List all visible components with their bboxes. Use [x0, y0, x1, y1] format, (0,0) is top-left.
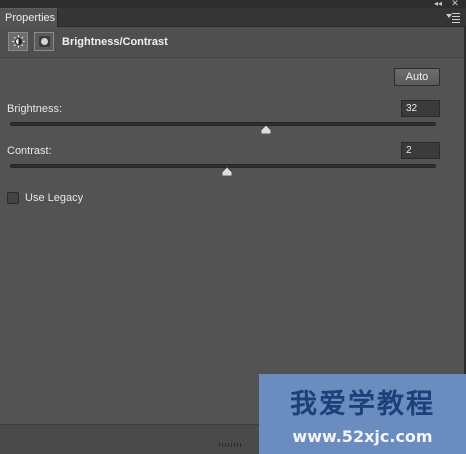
brightness-slider-track[interactable]	[10, 122, 436, 126]
watermark-title: 我爱学教程	[290, 389, 435, 420]
watermark-url: www.52xjc.com	[292, 427, 433, 446]
brightness-slider-thumb[interactable]	[260, 125, 271, 134]
brightness-contrast-icon[interactable]	[8, 32, 28, 51]
contrast-slider-thumb[interactable]	[222, 167, 233, 176]
panel-menu-icon[interactable]	[446, 11, 460, 23]
use-legacy-checkbox[interactable]	[7, 192, 19, 204]
mask-thumbnail	[39, 36, 50, 47]
auto-button[interactable]: Auto	[394, 68, 440, 86]
tab-bar: Properties	[0, 8, 466, 28]
adjustment-title: Brightness/Contrast	[62, 36, 168, 48]
contrast-label: Contrast:	[7, 145, 52, 157]
panel-top-strip: ◂◂ ✕	[0, 0, 466, 8]
menu-line	[452, 19, 460, 20]
collapse-panels-icon[interactable]: ◂◂	[433, 0, 443, 8]
close-icon[interactable]: ✕	[450, 0, 460, 8]
use-legacy-label: Use Legacy	[25, 192, 84, 204]
brightness-value-field[interactable]: 32	[401, 100, 440, 117]
contrast-value-field[interactable]: 2	[401, 142, 440, 159]
watermark: 我爱学教程 www.52xjc.com	[259, 374, 466, 454]
resize-grip-icon[interactable]	[219, 443, 241, 447]
menu-line	[452, 13, 460, 14]
brightness-label: Brightness:	[7, 103, 63, 115]
menu-line	[452, 16, 460, 17]
tab-properties[interactable]: Properties	[0, 8, 58, 28]
properties-header: Brightness/Contrast	[0, 27, 466, 58]
menu-line	[452, 22, 460, 23]
layer-mask-icon[interactable]	[34, 32, 54, 51]
